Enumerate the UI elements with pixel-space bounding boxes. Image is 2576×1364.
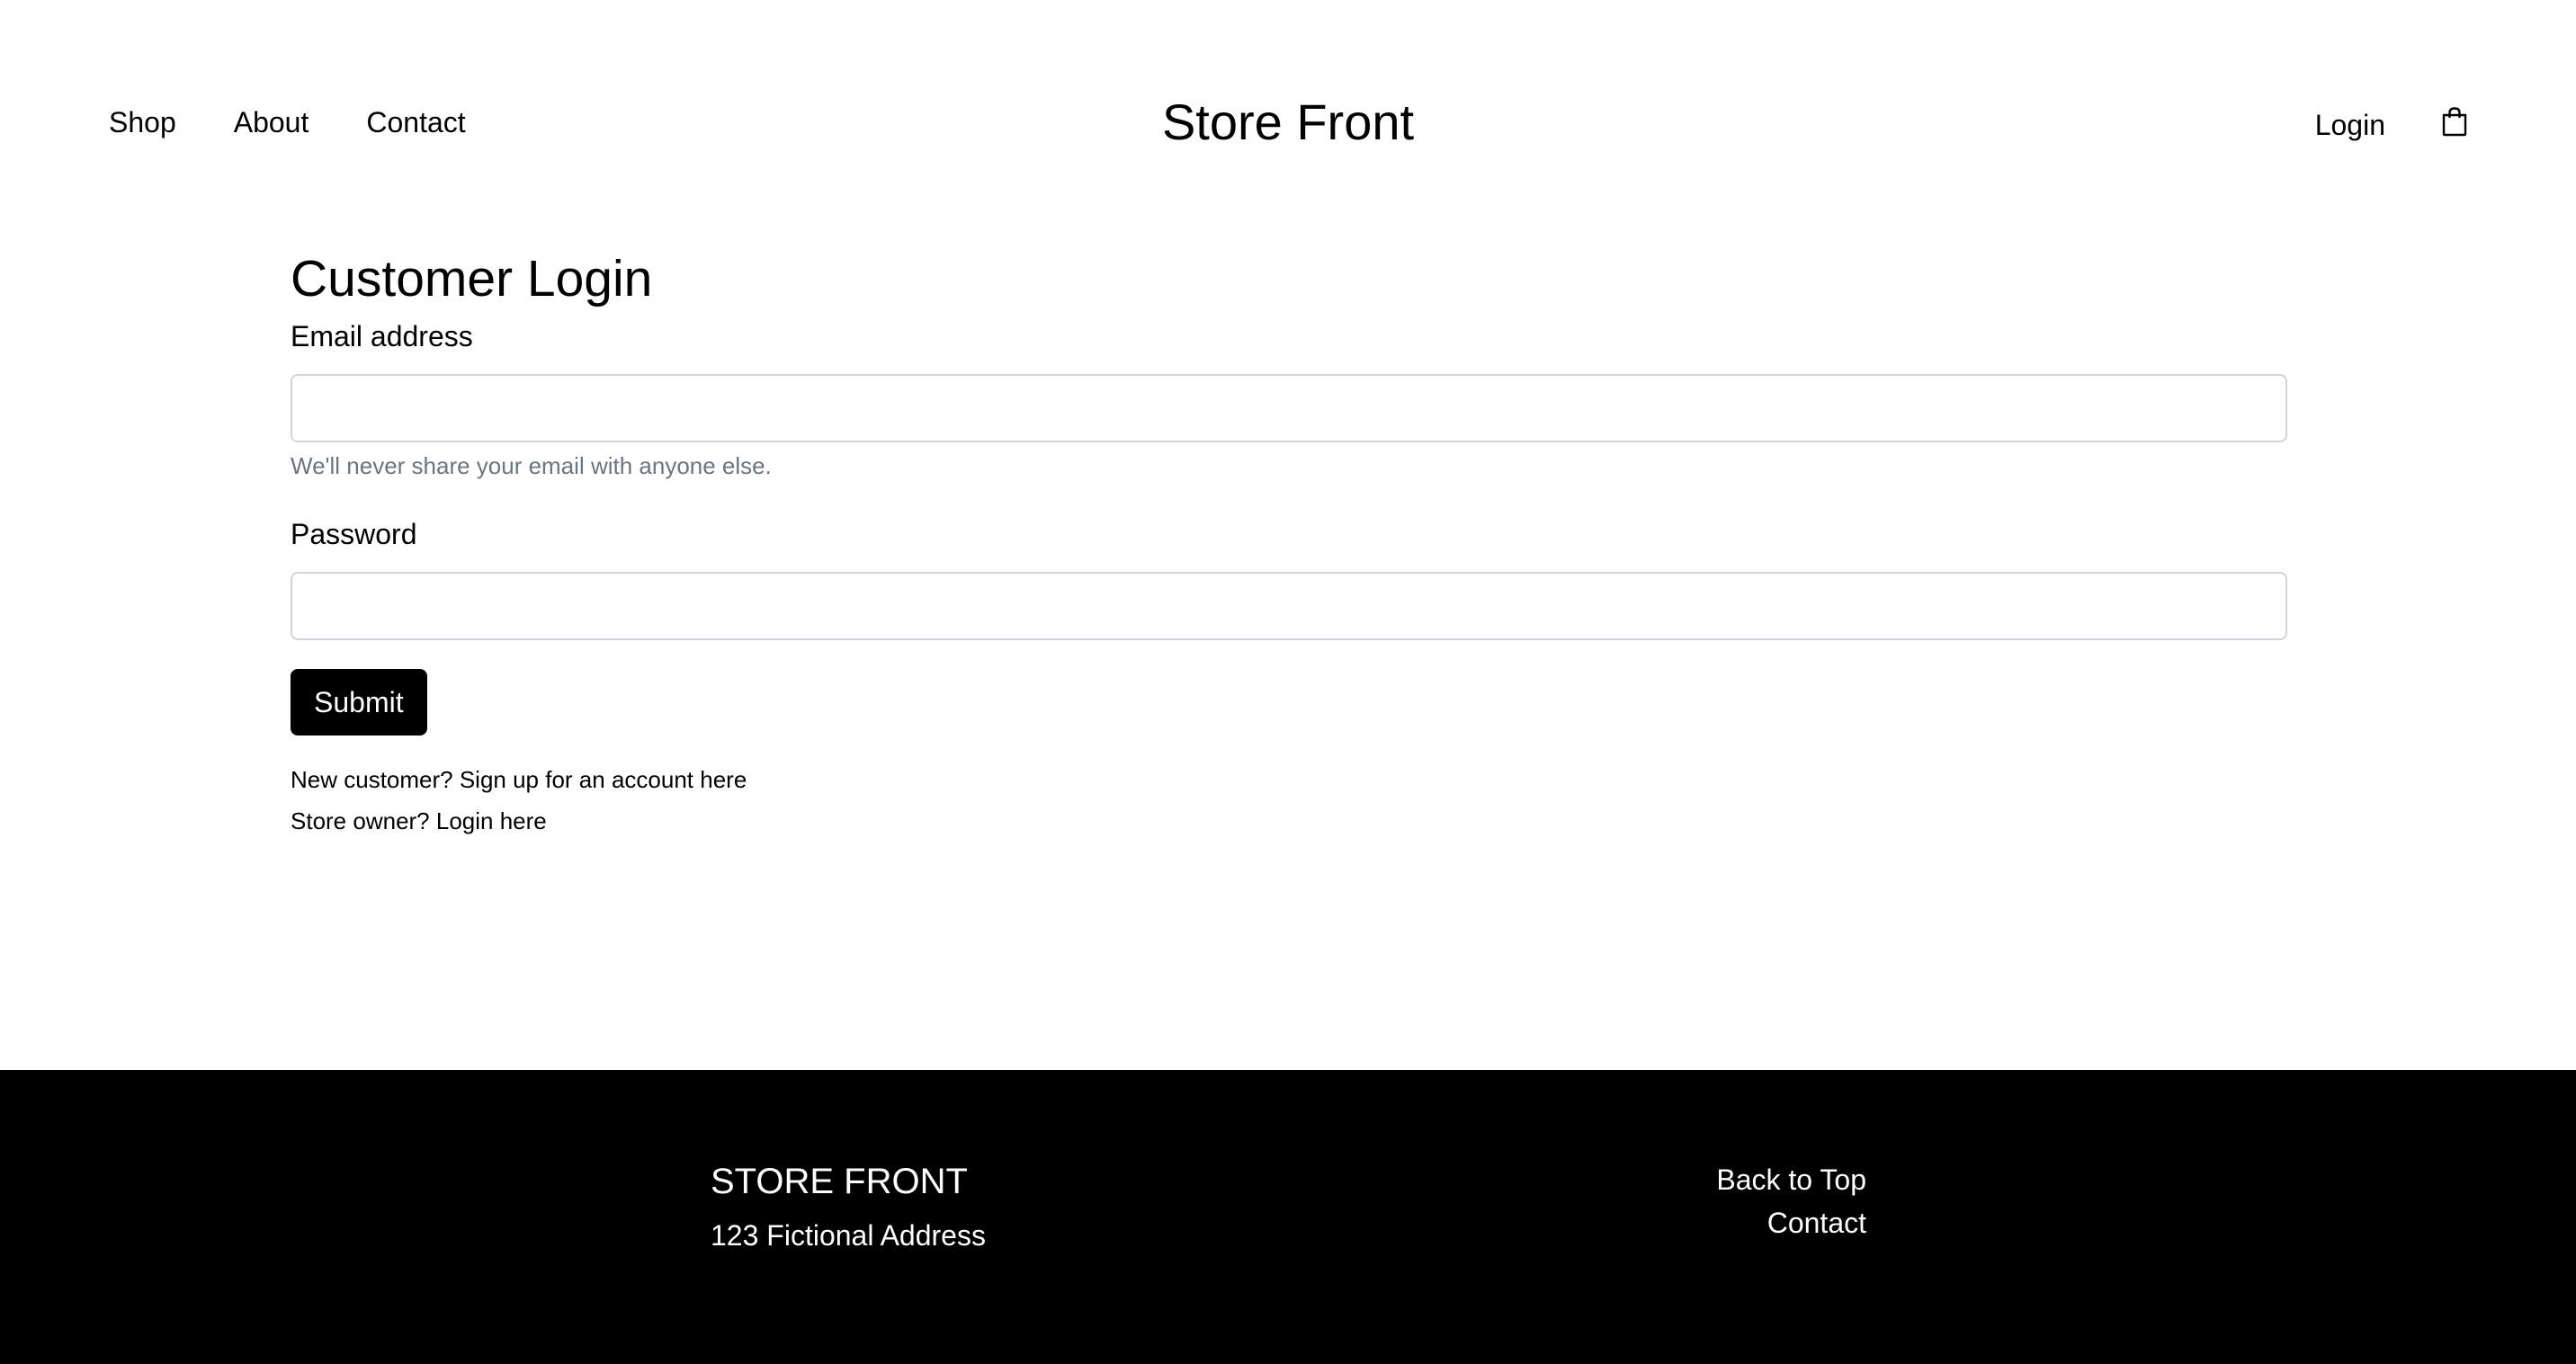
back-to-top-link[interactable]: Back to Top xyxy=(1716,1158,1866,1201)
footer-brand: STORE FRONT xyxy=(711,1162,968,1201)
email-field[interactable] xyxy=(291,374,2287,442)
shopping-bag-icon xyxy=(2442,107,2467,137)
page-title: Customer Login xyxy=(291,250,653,308)
password-field[interactable] xyxy=(291,572,2287,640)
nav-login-link[interactable]: Login xyxy=(2315,103,2385,147)
store-owner-login-link[interactable]: Store owner? Login here xyxy=(291,800,2287,842)
submit-button[interactable]: Submit xyxy=(291,669,427,735)
email-help-text: We'll never share your email with anyone… xyxy=(291,452,772,479)
nav-right: Login xyxy=(2315,101,2468,148)
page: Shop About Contact Store Front Login Cus… xyxy=(0,0,2576,1364)
cart-button[interactable] xyxy=(2441,101,2468,148)
signup-link[interactable]: New customer? Sign up for an account her… xyxy=(291,759,2287,800)
password-label: Password xyxy=(291,518,417,550)
footer-links: Back to Top Contact xyxy=(1716,1158,1866,1244)
brand-title: Store Front xyxy=(1161,94,1415,150)
footer: STORE FRONT 123 Fictional Address Back t… xyxy=(0,1070,2576,1364)
navbar: Shop About Contact Store Front Login xyxy=(0,0,2576,207)
login-section: Customer Login Email address We'll never… xyxy=(291,243,2287,842)
login-form: Email address We'll never share your ema… xyxy=(291,316,2287,735)
account-links: New customer? Sign up for an account her… xyxy=(291,759,2287,842)
email-label: Email address xyxy=(291,320,473,352)
footer-contact-link[interactable]: Contact xyxy=(1716,1201,1866,1244)
footer-address: 123 Fictional Address xyxy=(711,1219,986,1252)
brand-logo-link[interactable]: Store Front xyxy=(0,90,2576,155)
